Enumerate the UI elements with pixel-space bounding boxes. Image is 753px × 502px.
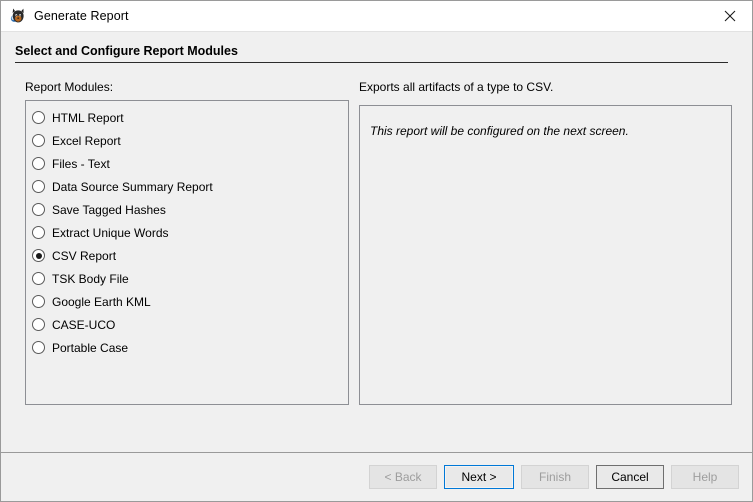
- radio-button-icon[interactable]: [32, 272, 45, 285]
- report-module-option[interactable]: CSV Report: [26, 244, 348, 267]
- window-title: Generate Report: [34, 9, 129, 23]
- report-module-label: CASE-UCO: [52, 318, 115, 332]
- module-description: Exports all artifacts of a type to CSV.: [359, 80, 553, 94]
- report-module-option[interactable]: Portable Case: [26, 336, 348, 359]
- radio-button-icon[interactable]: [32, 203, 45, 216]
- radio-button-icon[interactable]: [32, 180, 45, 193]
- report-module-label: TSK Body File: [52, 272, 129, 286]
- report-module-label: Data Source Summary Report: [52, 180, 213, 194]
- cancel-button[interactable]: Cancel: [596, 465, 664, 489]
- report-module-label: Extract Unique Words: [52, 226, 169, 240]
- radio-button-icon[interactable]: [32, 226, 45, 239]
- config-message: This report will be configured on the ne…: [360, 106, 731, 138]
- module-config-panel: This report will be configured on the ne…: [359, 105, 732, 405]
- autopsy-logo-icon: [9, 7, 27, 25]
- next-button[interactable]: Next >: [444, 465, 514, 489]
- radio-button-icon[interactable]: [32, 249, 45, 262]
- report-module-option[interactable]: Data Source Summary Report: [26, 175, 348, 198]
- report-module-label: CSV Report: [52, 249, 116, 263]
- report-module-option[interactable]: Extract Unique Words: [26, 221, 348, 244]
- report-module-option[interactable]: HTML Report: [26, 106, 348, 129]
- report-module-option[interactable]: Google Earth KML: [26, 290, 348, 313]
- radio-button-icon[interactable]: [32, 318, 45, 331]
- report-module-label: Save Tagged Hashes: [52, 203, 166, 217]
- report-module-option[interactable]: CASE-UCO: [26, 313, 348, 336]
- title-bar: Generate Report: [1, 1, 752, 32]
- report-module-option[interactable]: Files - Text: [26, 152, 348, 175]
- close-glyph: [724, 10, 736, 22]
- dialog-footer: < Back Next > Finish Cancel Help: [1, 453, 752, 501]
- radio-button-icon[interactable]: [32, 111, 45, 124]
- close-icon[interactable]: [707, 1, 752, 31]
- report-module-label: Google Earth KML: [52, 295, 151, 309]
- help-button: Help: [671, 465, 739, 489]
- report-module-label: Excel Report: [52, 134, 121, 148]
- page-title: Select and Configure Report Modules: [15, 44, 738, 62]
- radio-button-icon[interactable]: [32, 295, 45, 308]
- report-module-label: Portable Case: [52, 341, 128, 355]
- radio-button-icon[interactable]: [32, 134, 45, 147]
- finish-button: Finish: [521, 465, 589, 489]
- report-module-option[interactable]: TSK Body File: [26, 267, 348, 290]
- report-module-option[interactable]: Save Tagged Hashes: [26, 198, 348, 221]
- report-module-option[interactable]: Excel Report: [26, 129, 348, 152]
- report-module-label: Files - Text: [52, 157, 110, 171]
- radio-button-icon[interactable]: [32, 157, 45, 170]
- step-header: Select and Configure Report Modules: [1, 32, 752, 63]
- back-button: < Back: [369, 465, 437, 489]
- radio-button-icon[interactable]: [32, 341, 45, 354]
- generate-report-dialog: Generate Report Select and Configure Rep…: [0, 0, 753, 502]
- report-module-label: HTML Report: [52, 111, 124, 125]
- report-modules-list[interactable]: HTML Report Excel Report Files - Text Data …: [25, 100, 349, 405]
- report-modules-label: Report Modules:: [25, 80, 113, 94]
- dialog-content: Report Modules: HTML Report Excel Report F…: [1, 63, 752, 452]
